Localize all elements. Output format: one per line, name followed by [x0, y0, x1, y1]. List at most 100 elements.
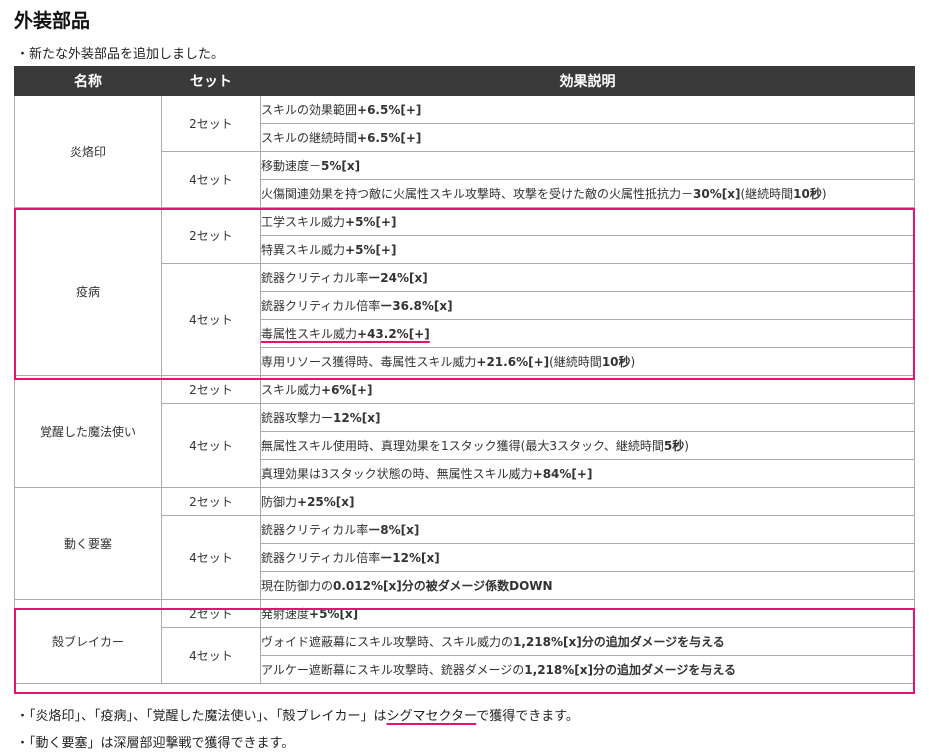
effect-value: 5%[x] [321, 159, 361, 173]
effect-tail-end: ) [821, 187, 827, 201]
effect-description: 工学スキル威力+5%[+] [260, 207, 915, 236]
part-name: 殻ブレイカー [14, 599, 162, 684]
table-row: 疫病 2セット 工学スキル威力+5%[+] [14, 207, 915, 376]
part-name: 覚醒した魔法使い [14, 375, 162, 488]
effect-text: 特異スキル威力 [261, 243, 346, 257]
effect-description: 防御力+25%[x] [260, 487, 915, 516]
effect-text: スキルの継続時間 [261, 131, 358, 145]
effect-text: 防御力 [261, 495, 298, 509]
effect-text: 銃器クリティカル率 [261, 271, 369, 285]
effect-value: +21.6%[+] [476, 355, 550, 369]
part-name: 疫病 [14, 207, 162, 376]
effect-description: 特異スキル威力+5%[+] [260, 235, 915, 264]
table-header-row: 名称 セット 効果説明 [14, 66, 915, 96]
effect-value: 0.012%[x]分の被ダメージ係数DOWN [333, 579, 553, 593]
effect-value: +43.2%[+] [357, 327, 430, 341]
effect-value: +5%[+] [345, 243, 397, 257]
effect-description: スキルの継続時間+6.5%[+] [260, 123, 915, 152]
effect-value: +84%[+] [532, 467, 593, 481]
effect-text: 無属性スキル使用時、真理効果を1スタック獲得(最大3スタック、継続時間 [261, 439, 664, 453]
set-count: 2セット [161, 599, 261, 628]
effect-value: 1,218%[x]分の追加ダメージを与える [513, 635, 725, 649]
effect-tail: (継続時間 [549, 355, 602, 369]
effect-value: 1,218%[x]分の追加ダメージを与える [524, 663, 737, 677]
effect-description: 移動速度－5%[x] [260, 151, 915, 180]
effect-value: +6%[+] [321, 383, 373, 397]
set-count: 2セット [161, 95, 261, 152]
set-count: 4セット [161, 151, 261, 208]
effect-description: 真理効果は3スタック状態の時、無属性スキル威力+84%[+] [260, 459, 915, 488]
footnote-1-end: で獲得できます。 [476, 709, 579, 724]
set-count: 2セット [161, 207, 261, 264]
effect-value: 5秒 [663, 439, 685, 453]
effect-text: 銃器クリティカル倍率 [261, 299, 381, 313]
effect-value: +6.5%[+] [357, 103, 422, 117]
set-count: 4セット [161, 515, 261, 600]
part-name: 動く要塞 [14, 487, 162, 600]
effect-text: 銃器攻撃力ー [261, 411, 334, 425]
effect-text: スキルの効果範囲 [261, 103, 358, 117]
effect-description: 銃器クリティカル率ー8%[x] [260, 515, 915, 544]
effect-tail-value: 10秒 [601, 355, 631, 369]
effect-text: 専用リソース獲得時、毒属性スキル威力 [261, 355, 477, 369]
effect-text: ヴォイド遮蔽幕にスキル攻撃時、スキル威力の [261, 635, 514, 649]
footnote-1-text: ・「炎烙印」、「疫病」、「覚醒した魔法使い」、「殻ブレイカー」は [16, 709, 387, 724]
set-count: 4セット [161, 627, 261, 684]
effect-text: 工学スキル威力 [261, 215, 346, 229]
sigma-sector-link[interactable]: シグマセクター [387, 709, 477, 724]
effect-tail: ) [684, 439, 689, 453]
effect-value: ー36.8%[x] [380, 299, 453, 313]
table-row: 覚醒した魔法使い 2セット スキル威力+6%[+] [14, 375, 915, 488]
table-row: 殻ブレイカー 2セット 発射速度+5%[x] [14, 599, 915, 684]
effect-text: 毒属性スキル威力 [261, 327, 358, 341]
effect-text: 発射速度 [261, 607, 310, 621]
set-count: 2セット [161, 375, 261, 404]
table-row: 炎烙印 2セット スキルの効果範囲+6.5%[+] [14, 95, 915, 208]
header-effect: 効果説明 [260, 66, 915, 96]
table-row: 動く要塞 2セット 防御力+25%[x] [14, 487, 915, 600]
effect-value: +5%[+] [345, 215, 397, 229]
effect-text: 銃器クリティカル倍率 [261, 551, 381, 565]
effect-value: +5%[x] [309, 607, 359, 621]
footnote-1: ・「炎烙印」、「疫病」、「覚醒した魔法使い」、「殻ブレイカー」はシグマセクターで… [16, 705, 579, 724]
effect-tail-end: ) [630, 355, 636, 369]
parts-table: 名称 セット 効果説明 炎烙印 2セット スキルの効果範囲+6.5%[+] スキルの継… [14, 66, 915, 684]
effect-description: 毒属性スキル威力+43.2%[+] [260, 319, 915, 348]
effect-description: ヴォイド遮蔽幕にスキル攻撃時、スキル威力の1,218%[x]分の追加ダメージを与… [260, 627, 915, 656]
effect-description: 無属性スキル使用時、真理効果を1スタック獲得(最大3スタック、継続時間5秒) [260, 431, 915, 460]
effect-text: 現在防御力の [261, 579, 334, 593]
page-title: 外装部品 [14, 10, 91, 32]
effect-value: 30%[x] [693, 187, 741, 201]
part-name: 炎烙印 [14, 95, 162, 208]
set-count: 4セット [161, 403, 261, 488]
effect-description: 発射速度+5%[x] [260, 599, 915, 628]
effect-value: ー12%[x] [380, 551, 440, 565]
effect-description: 現在防御力の0.012%[x]分の被ダメージ係数DOWN [260, 571, 915, 600]
effect-description: 銃器攻撃力ー12%[x] [260, 403, 915, 432]
effect-value: +6.5%[+] [357, 131, 422, 145]
footnote-2: ・「動く要塞」は深層部迎撃戦で獲得できます。 [16, 736, 295, 751]
effect-description: スキルの効果範囲+6.5%[+] [260, 95, 915, 124]
header-set: セット [161, 66, 261, 96]
effect-value: 12%[x] [333, 411, 381, 425]
effect-value: ー24%[x] [368, 271, 428, 285]
effect-description: 火傷関連効果を持つ敵に火属性スキル攻撃時、攻撃を受けた敵の火属性抵抗力－30%[… [260, 179, 915, 208]
set-count: 2セット [161, 487, 261, 516]
effect-description: 銃器クリティカル倍率ー12%[x] [260, 543, 915, 572]
table-body: 炎烙印 2セット スキルの効果範囲+6.5%[+] スキルの継続時間+6.5%[+] 4… [14, 95, 915, 684]
effect-text: 銃器クリティカル率 [261, 523, 369, 537]
header-name: 名称 [14, 66, 162, 96]
effect-text: スキル威力 [261, 383, 322, 397]
effect-description: 専用リソース獲得時、毒属性スキル威力+21.6%[+](継続時間10秒) [260, 347, 915, 376]
intro-note: ・新たな外装部品を追加しました。 [16, 47, 225, 62]
set-count: 4セット [161, 263, 261, 376]
effect-description: 銃器クリティカル倍率ー36.8%[x] [260, 291, 915, 320]
effect-description: アルケー遮断幕にスキル攻撃時、銃器ダメージの1,218%[x]分の追加ダメージを… [260, 655, 915, 684]
effect-description: スキル威力+6%[+] [260, 375, 915, 404]
effect-tail: (継続時間 [740, 187, 794, 201]
effect-text: 火傷関連効果を持つ敵に火属性スキル攻撃時、攻撃を受けた敵の火属性抵抗力－ [261, 187, 694, 201]
effect-value: +25%[x] [297, 495, 355, 509]
effect-text: 真理効果は3スタック状態の時、無属性スキル威力 [261, 467, 533, 481]
effect-text: 移動速度－ [261, 159, 322, 173]
effect-description: 銃器クリティカル率ー24%[x] [260, 263, 915, 292]
